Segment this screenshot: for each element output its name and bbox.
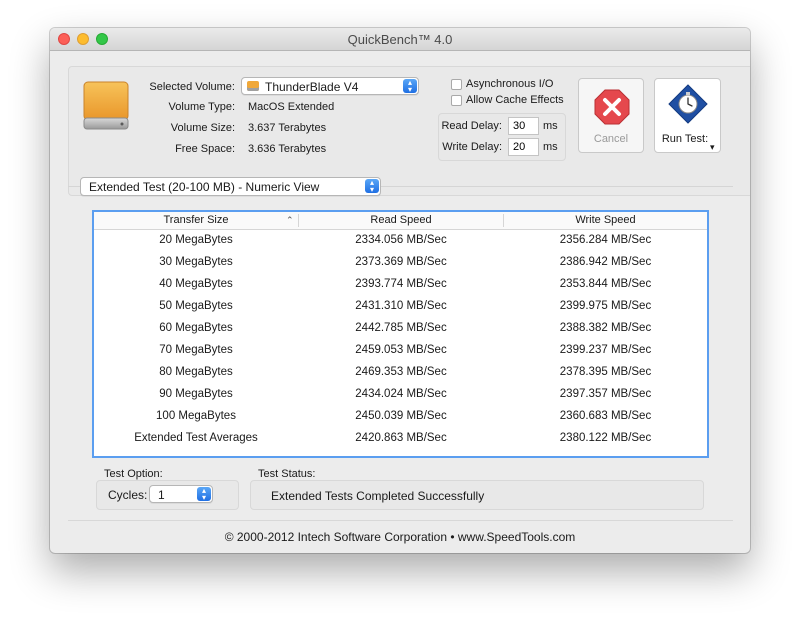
table-row-averages[interactable]: Extended Test Averages 2420.863 MB/Sec 2… bbox=[94, 428, 707, 450]
cell-read-speed: 2434.024 MB/Sec bbox=[355, 388, 447, 400]
cell-write-speed: 2356.284 MB/Sec bbox=[559, 234, 652, 246]
stopwatch-icon bbox=[668, 84, 708, 124]
table-row[interactable]: 50 MegaBytes 2431.310 MB/Sec 2399.975 MB… bbox=[94, 296, 707, 318]
cache-effects-label: Allow Cache Effects bbox=[466, 94, 564, 106]
cycles-stepper-icon: ▴ ▾ bbox=[197, 487, 211, 502]
volume-select[interactable]: ThunderBlade V4 ▴ ▾ bbox=[241, 77, 419, 95]
run-test-button[interactable]: Run Test: ▾ bbox=[654, 78, 721, 153]
cell-transfer-size: 90 MegaBytes bbox=[159, 388, 233, 400]
free-space-value: 3.636 Terabytes bbox=[248, 143, 327, 155]
test-status-label: Test Status: bbox=[258, 468, 316, 480]
read-delay-field[interactable] bbox=[508, 117, 539, 135]
table-row[interactable]: 90 MegaBytes 2434.024 MB/Sec 2397.357 MB… bbox=[94, 384, 707, 406]
table-row[interactable]: 30 MegaBytes 2373.369 MB/Sec 2386.942 MB… bbox=[94, 252, 707, 274]
write-delay-label: Write Delay: bbox=[442, 141, 502, 153]
app-window: QuickBench™ 4.0 Selected Volume: Thunder… bbox=[50, 28, 750, 553]
table-header: Transfer Size ⌃ Read Speed Write Speed bbox=[94, 212, 707, 230]
run-test-dropdown-icon[interactable]: ▾ bbox=[710, 142, 715, 153]
sort-ascending-icon[interactable]: ⌃ bbox=[286, 215, 294, 226]
hard-drive-icon bbox=[82, 80, 130, 132]
view-stepper-icon: ▴ ▾ bbox=[365, 179, 379, 194]
cache-effects-checkbox[interactable] bbox=[451, 95, 462, 106]
volume-drive-icon bbox=[247, 81, 259, 91]
cell-write-speed: 2360.683 MB/Sec bbox=[559, 410, 652, 422]
cell-transfer-size: 70 MegaBytes bbox=[159, 344, 233, 356]
stop-x-icon bbox=[594, 89, 630, 125]
cycles-label: Cycles: bbox=[108, 488, 148, 502]
cycles-select-value: 1 bbox=[158, 488, 165, 502]
volume-size-label: Volume Size: bbox=[170, 122, 235, 134]
cell-read-speed: 2393.774 MB/Sec bbox=[355, 278, 447, 290]
volume-size-value: 3.637 Terabytes bbox=[248, 122, 327, 134]
async-io-checkbox[interactable] bbox=[451, 79, 462, 90]
cell-transfer-size: 100 MegaBytes bbox=[156, 410, 236, 422]
cell-write-speed: 2399.975 MB/Sec bbox=[559, 300, 652, 312]
cell-write-speed: 2397.357 MB/Sec bbox=[559, 388, 652, 400]
column-header-write-speed[interactable]: Write Speed bbox=[504, 214, 707, 226]
footer-copyright: © 2000-2012 Intech Software Corporation … bbox=[224, 530, 576, 544]
column-header-transfer-size[interactable]: Transfer Size bbox=[94, 214, 298, 226]
cell-transfer-size: 60 MegaBytes bbox=[159, 322, 233, 334]
cell-read-speed: 2420.863 MB/Sec bbox=[355, 432, 447, 444]
footer-divider bbox=[68, 520, 733, 521]
cancel-button-label: Cancel bbox=[593, 133, 629, 145]
title-bar[interactable]: QuickBench™ 4.0 bbox=[50, 28, 750, 51]
volume-type-label: Volume Type: bbox=[168, 101, 235, 113]
cell-read-speed: 2431.310 MB/Sec bbox=[355, 300, 447, 312]
cell-read-speed: 2459.053 MB/Sec bbox=[355, 344, 447, 356]
table-body: 20 MegaBytes 2334.056 MB/Sec 2356.284 MB… bbox=[94, 230, 707, 456]
cell-write-speed: 2399.237 MB/Sec bbox=[559, 344, 652, 356]
table-row[interactable]: 40 MegaBytes 2393.774 MB/Sec 2353.844 MB… bbox=[94, 274, 707, 296]
cell-write-speed: 2378.395 MB/Sec bbox=[559, 366, 652, 378]
write-delay-field[interactable] bbox=[508, 138, 539, 156]
selected-volume-label: Selected Volume: bbox=[149, 81, 235, 93]
cell-read-speed: 2450.039 MB/Sec bbox=[355, 410, 447, 422]
cell-transfer-size: 50 MegaBytes bbox=[159, 300, 233, 312]
cell-read-speed: 2373.369 MB/Sec bbox=[355, 256, 447, 268]
volume-select-value: ThunderBlade V4 bbox=[265, 80, 359, 94]
table-row[interactable]: 60 MegaBytes 2442.785 MB/Sec 2388.382 MB… bbox=[94, 318, 707, 340]
cell-transfer-size: Extended Test Averages bbox=[134, 432, 258, 444]
read-delay-unit: ms bbox=[543, 120, 558, 132]
column-header-read-speed[interactable]: Read Speed bbox=[299, 214, 503, 226]
volume-type-value: MacOS Extended bbox=[248, 101, 335, 113]
run-test-label: Run Test: bbox=[661, 133, 709, 145]
free-space-label: Free Space: bbox=[175, 143, 235, 155]
up-down-stepper-icon: ▴ ▾ bbox=[403, 79, 417, 94]
cell-write-speed: 2388.382 MB/Sec bbox=[559, 322, 652, 334]
async-io-label: Asynchronous I/O bbox=[466, 78, 554, 90]
read-delay-label: Read Delay: bbox=[441, 120, 502, 132]
cell-read-speed: 2334.056 MB/Sec bbox=[355, 234, 447, 246]
cell-transfer-size: 30 MegaBytes bbox=[159, 256, 233, 268]
test-option-label: Test Option: bbox=[104, 468, 163, 480]
table-row[interactable]: 20 MegaBytes 2334.056 MB/Sec 2356.284 MB… bbox=[94, 230, 707, 252]
write-delay-unit: ms bbox=[543, 141, 558, 153]
test-status-value: Extended Tests Completed Successfully bbox=[271, 489, 485, 503]
view-mode-select-value: Extended Test (20-100 MB) - Numeric View bbox=[89, 180, 320, 194]
table-row[interactable]: 100 MegaBytes 2450.039 MB/Sec 2360.683 M… bbox=[94, 406, 707, 428]
cell-write-speed: 2353.844 MB/Sec bbox=[559, 278, 652, 290]
cell-read-speed: 2442.785 MB/Sec bbox=[355, 322, 447, 334]
cell-read-speed: 2469.353 MB/Sec bbox=[355, 366, 447, 378]
table-row[interactable]: 70 MegaBytes 2459.053 MB/Sec 2399.237 MB… bbox=[94, 340, 707, 362]
cell-transfer-size: 20 MegaBytes bbox=[159, 234, 233, 246]
window-title: QuickBench™ 4.0 bbox=[347, 32, 453, 47]
cell-transfer-size: 80 MegaBytes bbox=[159, 366, 233, 378]
table-row[interactable]: 80 MegaBytes 2469.353 MB/Sec 2378.395 MB… bbox=[94, 362, 707, 384]
cycles-select[interactable]: 1 ▴ ▾ bbox=[149, 485, 213, 503]
view-mode-select[interactable]: Extended Test (20-100 MB) - Numeric View… bbox=[80, 177, 381, 196]
cell-write-speed: 2380.122 MB/Sec bbox=[559, 432, 652, 444]
cell-write-speed: 2386.942 MB/Sec bbox=[559, 256, 652, 268]
cancel-button[interactable]: Cancel bbox=[578, 78, 644, 153]
results-table[interactable]: Transfer Size ⌃ Read Speed Write Speed 2… bbox=[92, 210, 709, 458]
cell-transfer-size: 40 MegaBytes bbox=[159, 278, 233, 290]
